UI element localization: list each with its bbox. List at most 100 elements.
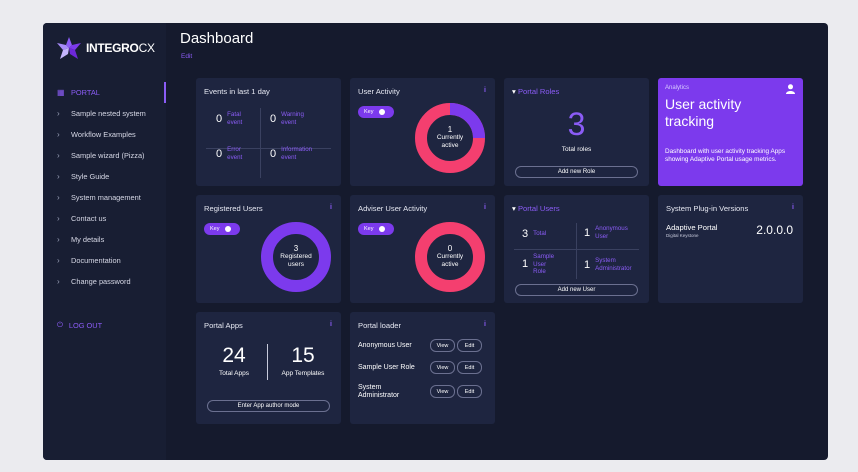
warning-event-stat: 0 Warning event bbox=[270, 111, 304, 126]
app-templates-value: 15 bbox=[291, 344, 315, 367]
stat-label: Information event bbox=[281, 146, 313, 161]
info-icon[interactable]: i bbox=[484, 204, 486, 211]
stat-value: 1 bbox=[584, 226, 591, 239]
sidebar-item-style-guide[interactable]: › Style Guide bbox=[43, 166, 166, 187]
edit-button[interactable]: Edit bbox=[457, 361, 482, 374]
donut-value: 1 bbox=[447, 125, 453, 134]
info-icon[interactable]: i bbox=[792, 204, 794, 211]
card-title: System Plug-in Versions bbox=[666, 204, 749, 213]
card-title: Adviser User Activity bbox=[358, 204, 428, 213]
page-title: Dashboard bbox=[180, 30, 254, 47]
sidebar-item-label: Documentation bbox=[71, 256, 121, 265]
sidebar: INTEGROCX ▦ PORTAL › Sample nested system … bbox=[43, 23, 166, 460]
view-button[interactable]: View bbox=[430, 339, 455, 352]
analytics-heading: User activity tracking bbox=[665, 96, 742, 129]
add-role-button[interactable]: Add new Role bbox=[515, 166, 638, 178]
enter-app-author-mode-button[interactable]: Enter App author mode bbox=[207, 400, 330, 412]
user-activity-card: User Activity i Key 1 Currently active bbox=[350, 78, 495, 186]
edit-link[interactable]: Edit bbox=[181, 53, 192, 60]
add-user-button[interactable]: Add new User bbox=[515, 284, 638, 296]
chevron-right-icon: › bbox=[57, 235, 60, 244]
portal-users-card: ▾ Portal Users 3 Total 1 Anonymous User 1… bbox=[504, 195, 649, 303]
edit-button[interactable]: Edit bbox=[457, 385, 482, 398]
analytics-tag: Analytics bbox=[665, 85, 690, 91]
loader-row: Sample User Role View Edit bbox=[350, 358, 495, 378]
sidebar-item-sample-nested-system[interactable]: › Sample nested system bbox=[43, 103, 166, 124]
total-users-stat: 3 Total bbox=[522, 228, 546, 240]
user-icon bbox=[786, 84, 795, 94]
sidebar-item-contact-us[interactable]: › Contact us bbox=[43, 208, 166, 229]
logout-label: LOG OUT bbox=[68, 320, 103, 330]
stat-value: 3 bbox=[522, 228, 529, 240]
stat-value: 0 bbox=[270, 147, 277, 160]
donut-label: 3 Registered users bbox=[260, 245, 332, 269]
chevron-down-icon: ▾ bbox=[512, 204, 516, 213]
donut-label: 1 Currently active bbox=[414, 126, 486, 150]
toggle-knob bbox=[379, 109, 386, 115]
anonymous-users-stat: 1 Anonymous User bbox=[584, 225, 628, 240]
roles-count: 3 bbox=[567, 106, 586, 142]
sidebar-item-portal[interactable]: ▦ PORTAL bbox=[43, 82, 166, 103]
info-icon[interactable]: i bbox=[484, 87, 486, 94]
info-icon[interactable]: i bbox=[330, 321, 332, 328]
information-event-stat: 0 Information event bbox=[270, 146, 312, 161]
sidebar-item-workflow-examples[interactable]: › Workflow Examples bbox=[43, 124, 166, 145]
admin-users-stat: 1 System Administrator bbox=[584, 257, 632, 272]
sidebar-item-label: Contact us bbox=[71, 214, 107, 223]
chevron-right-icon: › bbox=[57, 172, 60, 181]
sidebar-item-sample-wizard[interactable]: › Sample wizard (Pizza) bbox=[43, 145, 166, 166]
plugin-name: Adaptive Portal bbox=[666, 223, 718, 232]
sidebar-item-label: Sample nested system bbox=[71, 109, 146, 118]
sidebar-item-system-management[interactable]: › System management bbox=[43, 187, 166, 208]
sidebar-item-label: My details bbox=[71, 235, 105, 244]
portal-loader-card: Portal loader i Anonymous User View Edit… bbox=[350, 312, 495, 424]
sample-role-users-stat: 1 Sample User Role bbox=[522, 253, 554, 276]
stat-value: 0 bbox=[216, 112, 223, 125]
logout-link[interactable]: ⏻ LOG OUT bbox=[57, 320, 102, 330]
stat-label: Fatal event bbox=[227, 111, 243, 126]
view-button[interactable]: View bbox=[430, 361, 455, 374]
sidebar-item-documentation[interactable]: › Documentation bbox=[43, 250, 166, 271]
analytics-card[interactable]: Analytics User activity tracking Dashboa… bbox=[658, 78, 803, 186]
chevron-right-icon: › bbox=[57, 277, 60, 286]
loader-row-label: Sample User Role bbox=[358, 364, 415, 371]
stat-label: Anonymous User bbox=[595, 225, 628, 240]
grid-icon: ▦ bbox=[57, 88, 65, 97]
sidebar-item-label: Change password bbox=[71, 277, 131, 286]
info-icon[interactable]: i bbox=[330, 204, 332, 211]
roles-caption: Total roles bbox=[561, 146, 592, 153]
key-toggle[interactable]: Key bbox=[204, 223, 240, 235]
key-toggle[interactable]: Key bbox=[358, 223, 394, 235]
app-templates-label: App Templates bbox=[281, 370, 325, 377]
power-icon: ⏻ bbox=[57, 320, 63, 329]
key-toggle[interactable]: Key bbox=[358, 106, 394, 118]
error-event-stat: 0 Error event bbox=[216, 146, 242, 161]
stat-label: Error event bbox=[227, 146, 243, 161]
adviser-activity-card: Adviser User Activity i Key 0 Currently … bbox=[350, 195, 495, 303]
brand-logo[interactable]: INTEGROCX bbox=[57, 37, 155, 59]
sidebar-item-label: Sample wizard (Pizza) bbox=[71, 151, 145, 160]
sidebar-item-change-password[interactable]: › Change password bbox=[43, 271, 166, 292]
analytics-description: Dashboard with user activity tracking Ap… bbox=[665, 148, 786, 163]
logo-icon bbox=[57, 37, 81, 59]
card-title[interactable]: ▾ Portal Roles bbox=[512, 87, 559, 96]
chevron-right-icon: › bbox=[57, 151, 60, 160]
edit-button[interactable]: Edit bbox=[457, 339, 482, 352]
info-icon[interactable]: i bbox=[484, 321, 486, 328]
portal-apps-card: Portal Apps i 24 Total Apps 15 App Templ… bbox=[196, 312, 341, 424]
stat-label: Warning event bbox=[281, 111, 304, 126]
chevron-right-icon: › bbox=[57, 130, 60, 139]
sidebar-item-my-details[interactable]: › My details bbox=[43, 229, 166, 250]
card-title: Events in last 1 day bbox=[204, 87, 270, 96]
donut-value: 3 bbox=[293, 244, 299, 253]
chevron-right-icon: › bbox=[57, 193, 60, 202]
total-apps-label: Total Apps bbox=[219, 370, 249, 377]
stat-label: System Administrator bbox=[595, 257, 632, 272]
view-button[interactable]: View bbox=[430, 385, 455, 398]
plugin-vendor: Digital Keystone bbox=[666, 233, 699, 238]
events-card: Events in last 1 day 0 Fatal event 0 Warn… bbox=[196, 78, 341, 186]
loader-row: Anonymous User View Edit bbox=[350, 336, 495, 356]
chevron-right-icon: › bbox=[57, 256, 60, 265]
card-title[interactable]: ▾ Portal Users bbox=[512, 204, 560, 213]
plugin-version: 2.0.0.0 bbox=[756, 223, 793, 237]
